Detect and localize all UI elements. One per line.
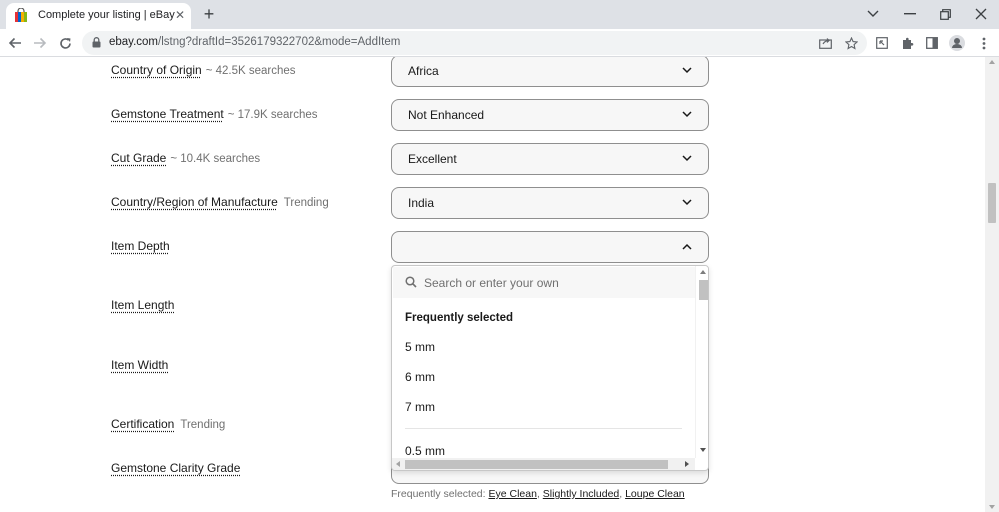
browser-menu-icon[interactable] — [975, 34, 993, 52]
chevron-up-icon — [682, 243, 692, 250]
back-arrow-icon[interactable] — [6, 34, 24, 52]
item-width-label[interactable]: Item Width — [111, 358, 168, 372]
address-bar[interactable]: ebay.com/lstng?draftId=3526179322702&mod… — [82, 31, 867, 55]
dropdown-option[interactable]: 7 mm — [405, 400, 435, 414]
lock-icon[interactable] — [92, 37, 101, 48]
cut-grade-label-row: Cut Grade ~ 10.4K searches — [111, 151, 260, 165]
tab-search-chevron-icon[interactable] — [864, 5, 882, 23]
frequently-selected-label: Frequently selected: — [391, 488, 486, 500]
dropdown-divider — [405, 428, 682, 429]
item-length-label[interactable]: Item Length — [111, 298, 174, 312]
cut-grade-label[interactable]: Cut Grade — [111, 151, 166, 165]
item-depth-label-row: Item Depth — [111, 239, 170, 253]
dropdown-option[interactable]: 0.5 mm — [405, 444, 445, 458]
url-text[interactable]: ebay.com/lstng?draftId=3526179322702&mod… — [109, 36, 400, 48]
suggestion-link[interactable]: Loupe Clean — [625, 488, 685, 500]
country-region-of-manufacture-select[interactable]: India — [391, 187, 709, 219]
item-depth-select[interactable] — [391, 231, 709, 263]
selected-value: Excellent — [408, 152, 457, 166]
reload-icon[interactable] — [56, 34, 74, 52]
country-region-of-manufacture-label-row: Country/Region of Manufacture Trending — [111, 195, 329, 209]
side-panel-icon[interactable] — [923, 34, 941, 52]
suggestion-link[interactable]: Slightly Included — [543, 488, 619, 500]
certification-label-row: Certification Trending — [111, 417, 225, 431]
selected-value: India — [408, 196, 435, 210]
suggestion-link[interactable]: Eye Clean — [488, 488, 536, 500]
browser-tab-strip: Complete your listing | eBay ✕ + — [0, 0, 999, 29]
scrollbar-thumb[interactable] — [405, 460, 668, 469]
chevron-down-icon — [682, 155, 692, 162]
tab-title: Complete your listing | eBay — [38, 9, 175, 21]
new-tab-icon[interactable]: + — [200, 5, 218, 23]
gemstone-treatment-select[interactable]: Not Enhanced — [391, 99, 709, 131]
gemstone-treatment-label[interactable]: Gemstone Treatment — [111, 107, 224, 121]
chevron-down-icon — [682, 199, 692, 206]
dropdown-search-box — [393, 267, 695, 298]
search-count-hint: ~ 10.4K searches — [170, 153, 261, 165]
item-length-label-row: Item Length — [111, 298, 174, 312]
country-of-origin-label[interactable]: Country of Origin — [111, 63, 202, 77]
cut-grade-select[interactable]: Excellent — [391, 143, 709, 175]
country-region-of-manufacture-label[interactable]: Country/Region of Manufacture — [111, 195, 278, 209]
scroll-down-arrow-icon[interactable] — [700, 448, 706, 452]
search-count-hint: ~ 42.5K searches — [205, 65, 296, 77]
dropdown-search-input[interactable] — [424, 273, 684, 293]
scrollbar-thumb[interactable] — [988, 183, 996, 223]
trending-hint: Trending — [180, 419, 226, 431]
scroll-up-arrow-icon[interactable] — [700, 270, 706, 274]
forward-arrow-icon[interactable] — [31, 34, 49, 52]
chevron-down-icon — [682, 111, 692, 118]
scroll-right-arrow-icon[interactable] — [685, 461, 689, 467]
profile-avatar-icon[interactable] — [948, 34, 966, 52]
selected-value: Africa — [408, 64, 439, 78]
browser-toolbar: ebay.com/lstng?draftId=3526179322702&mod… — [0, 29, 999, 57]
extensions-puzzle-icon[interactable] — [898, 34, 916, 52]
media-router-icon[interactable] — [873, 34, 891, 52]
page-scrollbar[interactable] — [985, 57, 999, 512]
restore-icon[interactable] — [936, 5, 954, 23]
close-tab-icon[interactable]: ✕ — [172, 7, 188, 23]
clarity-suggestions: Frequently selected: Eye Clean, Slightly… — [391, 488, 685, 500]
ebay-shopping-bag-icon — [15, 8, 27, 22]
scroll-left-arrow-icon[interactable] — [396, 461, 400, 467]
certification-label[interactable]: Certification — [111, 417, 174, 431]
dropdown-option[interactable]: 6 mm — [405, 370, 435, 384]
item-depth-dropdown: Frequently selected 5 mm 6 mm 7 mm 0.5 m… — [391, 265, 709, 471]
listing-form-page: Country of Origin ~ 42.5K searches Africa… — [0, 57, 985, 512]
country-of-origin-select[interactable]: Africa — [391, 57, 709, 87]
scroll-up-arrow-icon[interactable] — [989, 60, 995, 64]
dropdown-option[interactable]: 5 mm — [405, 340, 435, 354]
dropdown-horizontal-scrollbar[interactable] — [392, 458, 695, 470]
item-depth-label[interactable]: Item Depth — [111, 239, 170, 253]
minimize-icon[interactable] — [901, 5, 919, 23]
scroll-down-arrow-icon[interactable] — [989, 505, 995, 509]
trending-hint: Trending — [283, 197, 329, 209]
gemstone-clarity-grade-label-row: Gemstone Clarity Grade — [111, 461, 240, 475]
frequently-selected-heading: Frequently selected — [405, 312, 514, 324]
dropdown-vertical-scrollbar[interactable] — [695, 266, 708, 458]
item-width-label-row: Item Width — [111, 358, 168, 372]
selected-value: Not Enhanced — [408, 108, 485, 122]
bookmark-star-icon[interactable] — [842, 34, 860, 52]
search-icon — [405, 276, 417, 288]
gemstone-clarity-grade-label[interactable]: Gemstone Clarity Grade — [111, 461, 240, 475]
close-window-icon[interactable] — [972, 5, 990, 23]
scrollbar-thumb[interactable] — [699, 280, 708, 300]
browser-tab[interactable]: Complete your listing | eBay ✕ — [6, 3, 191, 29]
gemstone-treatment-label-row: Gemstone Treatment ~ 17.9K searches — [111, 107, 318, 121]
country-of-origin-label-row: Country of Origin ~ 42.5K searches — [111, 63, 296, 77]
search-count-hint: ~ 17.9K searches — [227, 109, 318, 121]
share-icon[interactable] — [816, 34, 834, 52]
chevron-down-icon — [682, 67, 692, 74]
